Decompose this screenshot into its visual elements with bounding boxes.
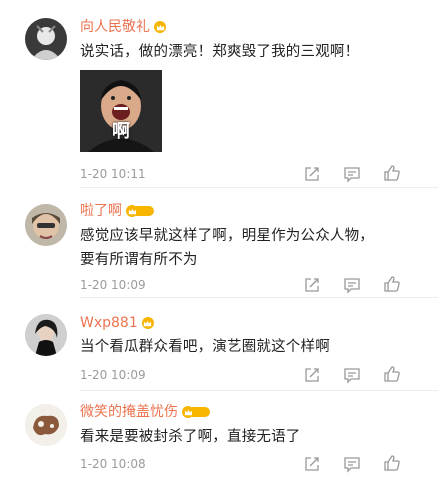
comment-icon[interactable] [343, 366, 361, 384]
comment-time: 1-20 10:09 [80, 278, 146, 292]
username-row: 向人民敬礼 [80, 17, 166, 37]
comment-text: 说实话，做的漂亮！郑爽毁了我的三观啊！ [80, 44, 360, 60]
comment-item: 啦了啊 感觉应该早就这样了啊，明星作为公众人物， 要有所谓有所不为 1-20 1… [0, 188, 438, 298]
vip-level [136, 206, 154, 216]
username[interactable]: 向人民敬礼 [80, 17, 150, 37]
avatar[interactable] [25, 314, 67, 356]
like-icon[interactable] [383, 275, 401, 293]
avatar[interactable] [25, 404, 67, 446]
vip-badge [126, 205, 154, 217]
comment-icon[interactable] [343, 276, 361, 294]
comment-item: Wxp881 当个看瓜群众看吧，演艺圈就这个样啊 1-20 10:09 [0, 300, 438, 392]
comment-time: 1-20 10:08 [80, 457, 146, 471]
comment-image[interactable]: 啊 [80, 70, 162, 152]
avatar[interactable] [25, 18, 67, 60]
like-icon[interactable] [383, 164, 401, 182]
comment-text: 感觉应该早就这样了啊，明星作为公众人物， 要有所谓有所不为 [80, 224, 410, 272]
vip-badge [141, 317, 154, 329]
username-row: 微笑的掩盖忧伤 [80, 402, 210, 422]
username[interactable]: 啦了啊 [80, 201, 122, 221]
like-icon[interactable] [383, 365, 401, 383]
vip-badge [154, 21, 166, 33]
share-icon[interactable] [303, 455, 321, 473]
like-icon[interactable] [383, 454, 401, 472]
comment-time: 1-20 10:11 [80, 167, 146, 181]
image-caption: 啊 [112, 121, 130, 142]
username-row: 啦了啊 [80, 201, 154, 221]
username-row: Wxp881 [80, 313, 154, 333]
crown-icon [141, 317, 154, 329]
comment-icon[interactable] [343, 455, 361, 473]
share-icon[interactable] [303, 165, 321, 183]
share-icon[interactable] [303, 366, 321, 384]
crown-icon [154, 21, 166, 33]
comment-text: 看来是要被封杀了啊，直接无语了 [80, 429, 301, 445]
comment-item: 向人民敬礼 说实话，做的漂亮！郑爽毁了我的三观啊！ 啊 1-20 10:11 [0, 0, 438, 188]
comment-text-line: 要有所谓有所不为 [80, 252, 198, 268]
avatar[interactable] [25, 204, 67, 246]
comment-item: 微笑的掩盖忧伤 看来是要被封杀了啊，直接无语了 1-20 10:08 [0, 392, 438, 478]
divider [80, 390, 438, 391]
share-icon[interactable] [303, 276, 321, 294]
comment-icon[interactable] [343, 165, 361, 183]
comment-text: 当个看瓜群众看吧，演艺圈就这个样啊 [80, 339, 330, 355]
username[interactable]: Wxp881 [80, 313, 138, 333]
comment-text-line: 感觉应该早就这样了啊，明星作为公众人物， [80, 228, 374, 244]
username[interactable]: 微笑的掩盖忧伤 [80, 402, 178, 422]
divider [80, 297, 438, 298]
vip-badge [182, 406, 210, 418]
vip-level [192, 407, 210, 417]
comment-time: 1-20 10:09 [80, 368, 146, 382]
